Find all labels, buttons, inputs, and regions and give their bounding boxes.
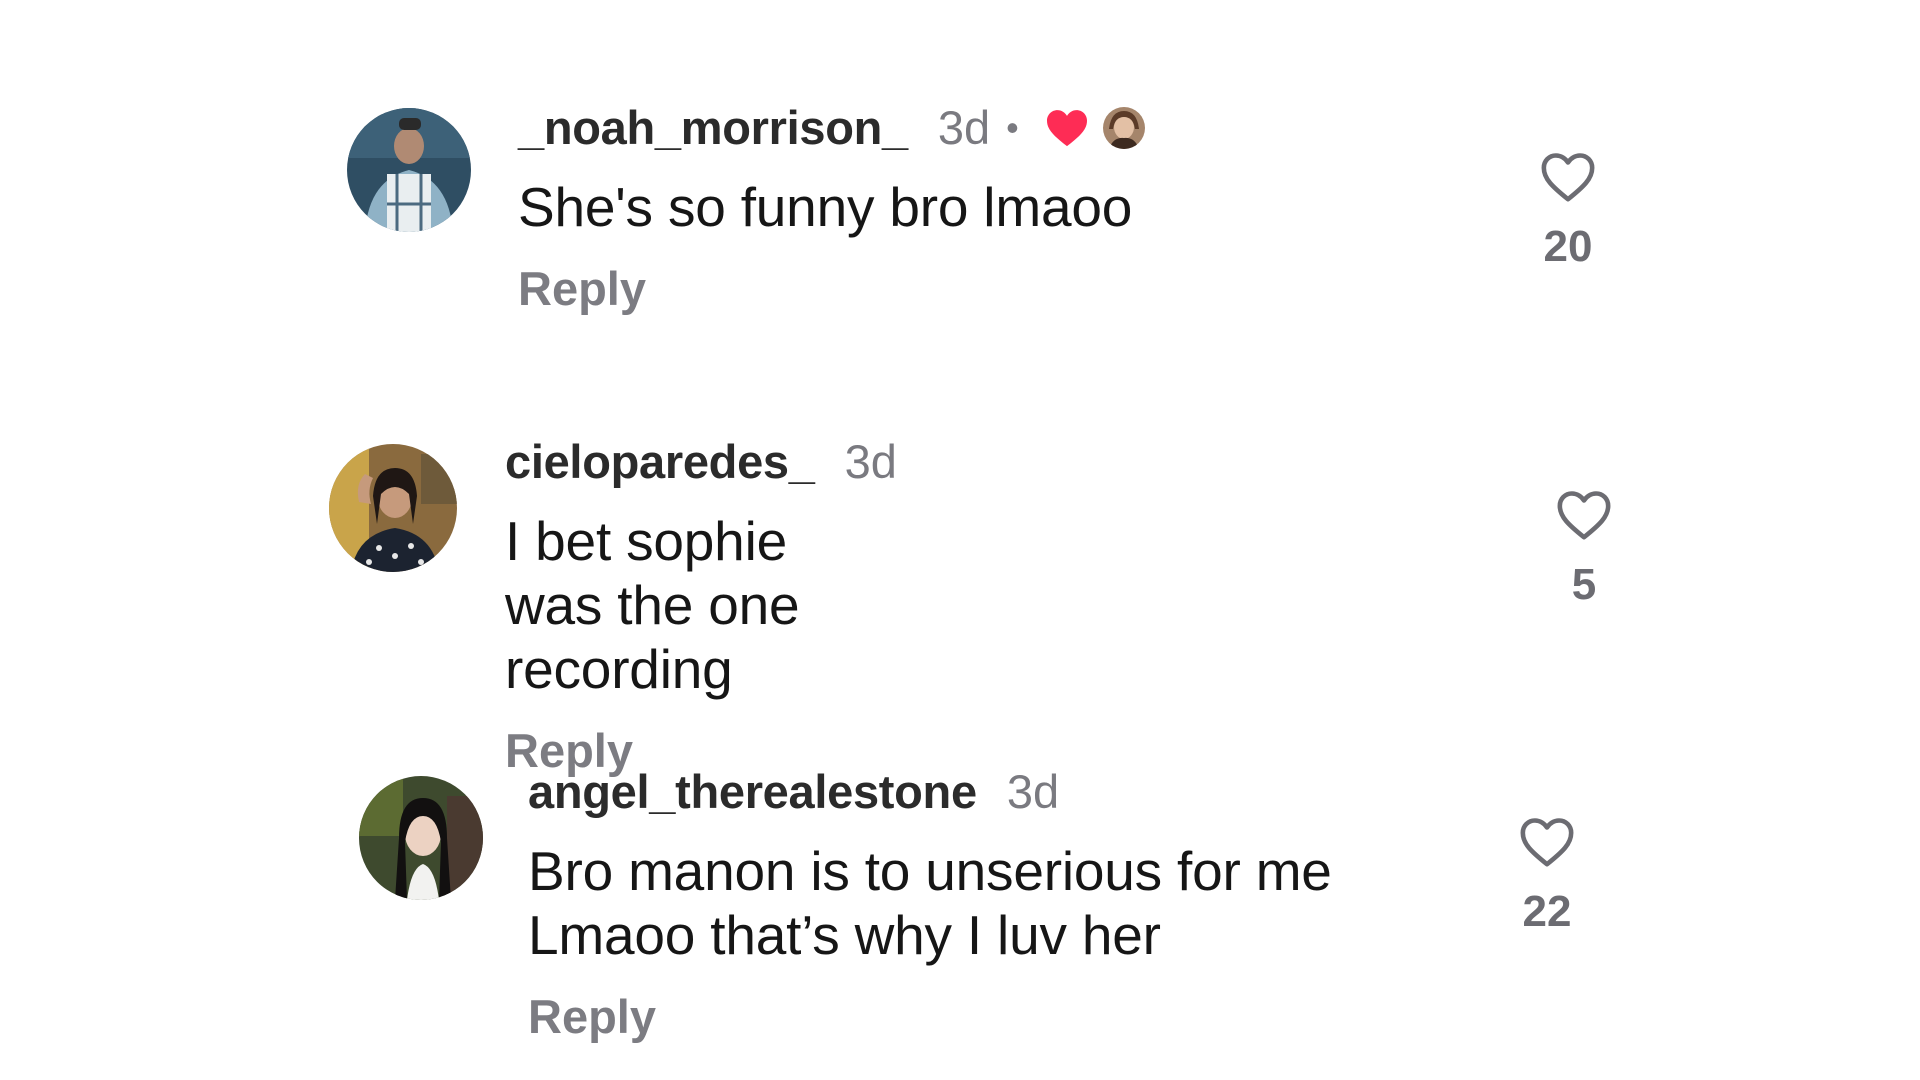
- like-count: 5: [1571, 560, 1597, 609]
- comment-username[interactable]: angel_therealestone: [528, 764, 977, 819]
- avatar[interactable]: [329, 444, 457, 572]
- comment-timestamp: 3d: [844, 435, 897, 488]
- like-section: 22: [1492, 815, 1602, 937]
- heart-outline-icon[interactable]: [1529, 488, 1639, 542]
- heart-outline-icon[interactable]: [1492, 815, 1602, 869]
- like-count: 22: [1522, 887, 1572, 936]
- avatar[interactable]: [359, 776, 483, 900]
- comment-text: Bro manon is to unserious for me Lmaoo t…: [528, 840, 1332, 966]
- avatar[interactable]: [347, 108, 471, 232]
- comment-text: I bet sophie was the one recording: [505, 510, 800, 700]
- comment-text: She's so funny bro lmaoo: [518, 176, 1133, 238]
- comment-timestamp: 3d: [1006, 765, 1060, 818]
- creator-avatar: [1102, 106, 1145, 149]
- comment-timestamp: 3d: [937, 101, 991, 154]
- heart-outline-icon[interactable]: [1513, 150, 1623, 204]
- like-count: 20: [1543, 222, 1593, 271]
- like-section: 20: [1513, 150, 1623, 272]
- meta-separator: •: [1006, 106, 1019, 148]
- comment-meta: angel_therealestone 3d: [528, 764, 1468, 819]
- comment-username[interactable]: cieloparedes_: [505, 434, 815, 489]
- heart-filled-icon: [1045, 108, 1089, 148]
- comment-meta: cieloparedes_ 3d: [505, 434, 897, 489]
- reply-button[interactable]: Reply: [528, 989, 1468, 1044]
- reply-button[interactable]: Reply: [518, 261, 1145, 316]
- comment-username[interactable]: _noah_morrison_: [518, 100, 908, 155]
- like-section: 5: [1529, 488, 1639, 610]
- comment-meta: _noah_morrison_ 3d •: [518, 100, 1145, 155]
